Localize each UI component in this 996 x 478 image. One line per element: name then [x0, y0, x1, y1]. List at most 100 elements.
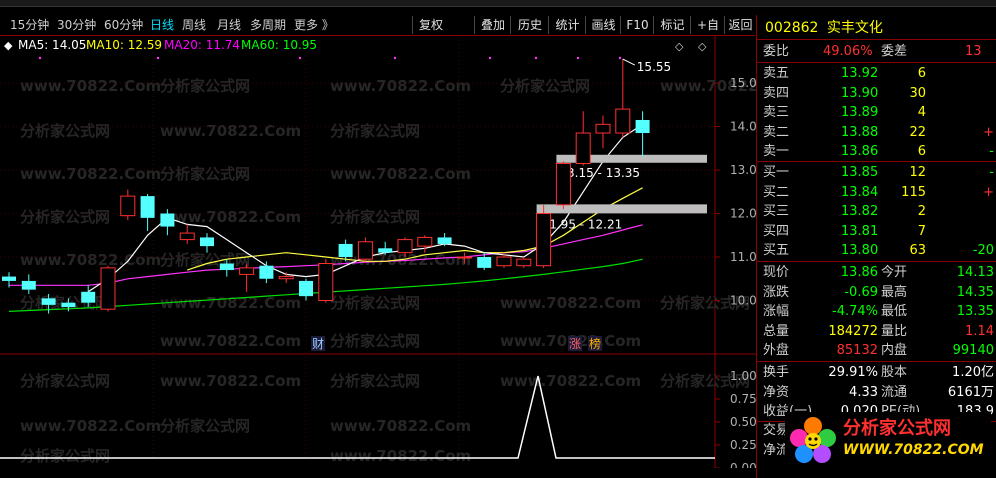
signal-dot: [298, 56, 302, 60]
period-tab-7[interactable]: 更多 》: [294, 16, 334, 34]
period-tab-3[interactable]: 日线: [150, 16, 174, 34]
period-tab-6[interactable]: 多周期: [250, 16, 286, 34]
volume-tick-label: 0.00: [730, 461, 756, 468]
sell-row: 卖四 13.90 30: [757, 84, 996, 103]
weibi-value: 49.06%: [823, 44, 873, 59]
watermark-text: www.70822.Com: [330, 165, 471, 183]
watermark-text: www.70822.Com: [20, 251, 161, 269]
toolbar-button-5[interactable]: F10: [620, 16, 654, 34]
stat-row: 涨跌 -0.69 最高 14.35: [757, 283, 996, 302]
fund-value: 1.20亿: [952, 365, 994, 380]
signal-dot: [576, 56, 580, 60]
fund-row: 换手 29.91% 股本 1.20亿: [757, 363, 996, 382]
kline-chart[interactable]: www.70822.Com分析家公式网 www.70822.Com 分析家公式网 ww…: [0, 36, 756, 468]
volume-tick-label: 0.25: [730, 438, 756, 452]
fund-row: 净资 4.33 流通 6161万: [757, 383, 996, 402]
level-change: +: [983, 184, 994, 200]
ma-legend-item: MA20: 11.74: [164, 38, 240, 52]
panel-separator: [757, 261, 996, 262]
fund-value: 4.33: [849, 384, 878, 400]
price-tick-label: 14.00: [730, 120, 756, 134]
site-logo: 分析家公式网 WWW.70822.COM: [785, 412, 991, 468]
level-price: 13.88: [841, 124, 879, 140]
candle-body: [318, 263, 334, 301]
buy-row: 买一 13.85 12 -: [757, 163, 996, 182]
quote-panel: 002862 实丰文化 委比 49.06% 委差 13 卖五 13.92 6 卖四 13.90 3…: [757, 15, 996, 478]
weibi-label: 委比: [763, 44, 790, 59]
ma-legend-item: MA60: 10.95: [241, 38, 317, 52]
level-price: 13.92: [841, 66, 879, 81]
stat-value: 13.35: [956, 304, 994, 319]
period-tab-5[interactable]: 月线: [217, 16, 241, 34]
candle-body: [140, 196, 155, 218]
candle-body: [575, 132, 591, 164]
candle-body: [278, 276, 294, 280]
candle-body: [41, 298, 56, 305]
watermark-text: 分析家公式网: [330, 122, 420, 140]
signal-dot: [488, 56, 492, 60]
gap-label: 11.95 - 12.21: [542, 217, 623, 231]
period-tab-1[interactable]: 30分钟: [57, 16, 96, 34]
stat-row: 外盘 85132 内盘 99140: [757, 341, 996, 360]
level-label: 卖三: [763, 105, 790, 120]
level-price: 13.81: [841, 223, 879, 239]
fund-value: 6161万: [947, 384, 994, 400]
candle-body: [179, 232, 195, 241]
candle-body: [160, 213, 175, 227]
stat-label: 最高: [881, 284, 908, 300]
candle-body: [555, 162, 571, 206]
stat-row: 涨幅 -4.74% 最低 13.35: [757, 302, 996, 321]
sell-row: 卖一 13.86 6 -: [757, 142, 996, 161]
level-price: 13.84: [841, 184, 879, 200]
period-tab-2[interactable]: 60分钟: [104, 16, 143, 34]
panel-separator: [757, 39, 996, 40]
candle-body: [456, 256, 472, 259]
toolbar-button-7[interactable]: +自选: [690, 16, 725, 50]
candle-body: [477, 257, 492, 268]
toolbar-button-1[interactable]: 叠加: [474, 16, 511, 34]
marker-label[interactable]: 财: [312, 337, 324, 351]
marker-label[interactable]: 榜: [589, 336, 601, 351]
diamond-icon[interactable]: ◇: [675, 40, 684, 53]
ma-legend: ◆ MA5: 14.05 MA10: 12.59 MA20: 11.74 MA60: 1…: [4, 38, 317, 52]
sell-row: 卖五 13.92 6: [757, 64, 996, 83]
level-price: 13.82: [841, 204, 879, 219]
legend-marker: ◆: [4, 39, 13, 52]
stat-label: 涨跌: [763, 284, 790, 300]
toolbar-button-2[interactable]: 历史: [510, 16, 549, 34]
weicha-value: 13: [965, 44, 982, 59]
toolbar-button-4[interactable]: 画线: [585, 16, 621, 34]
price-tick-label: 15.00: [730, 76, 756, 90]
weibi-row: 委比 49.06% 委差 13: [757, 42, 996, 61]
toolbar-button-3[interactable]: 统计: [548, 16, 586, 34]
level-price: 13.80: [841, 243, 879, 258]
watermark-text: www.70822.Com: [20, 165, 161, 183]
stock-code: 002862: [765, 20, 819, 36]
diamond-icon[interactable]: ◇: [698, 40, 707, 53]
stat-label: 今开: [881, 265, 908, 280]
period-tab-4[interactable]: 周线: [182, 16, 206, 34]
period-tab-0[interactable]: 15分钟: [10, 16, 49, 34]
candle-body: [417, 236, 433, 247]
stat-label: 现价: [763, 265, 790, 280]
sell-row: 卖三 13.89 4: [757, 103, 996, 122]
level-change: -: [989, 165, 994, 180]
high-label: 15.55: [637, 60, 671, 74]
level-label: 买四: [763, 223, 790, 239]
watermark-text: www.70822.Com: [330, 417, 471, 435]
buy-row: 买三 13.82 2: [757, 202, 996, 221]
level-volume: 4: [917, 105, 926, 120]
candle-body: [21, 280, 36, 290]
toolbar-button-8[interactable]: 返回: [724, 16, 756, 34]
marker-label[interactable]: 涨: [569, 336, 581, 351]
stat-value: 184272: [828, 323, 878, 339]
toolbar-button-0[interactable]: 复权: [412, 16, 449, 34]
watermark-text: 分析家公式网: [160, 251, 250, 269]
level-label: 买三: [763, 204, 790, 219]
candle-body: [397, 239, 413, 254]
stock-name: 实丰文化: [826, 20, 883, 36]
fund-value: 29.91%: [828, 365, 878, 380]
toolbar-button-6[interactable]: 标记: [653, 16, 691, 34]
level-price: 13.85: [841, 165, 879, 180]
candle-body: [437, 237, 452, 244]
